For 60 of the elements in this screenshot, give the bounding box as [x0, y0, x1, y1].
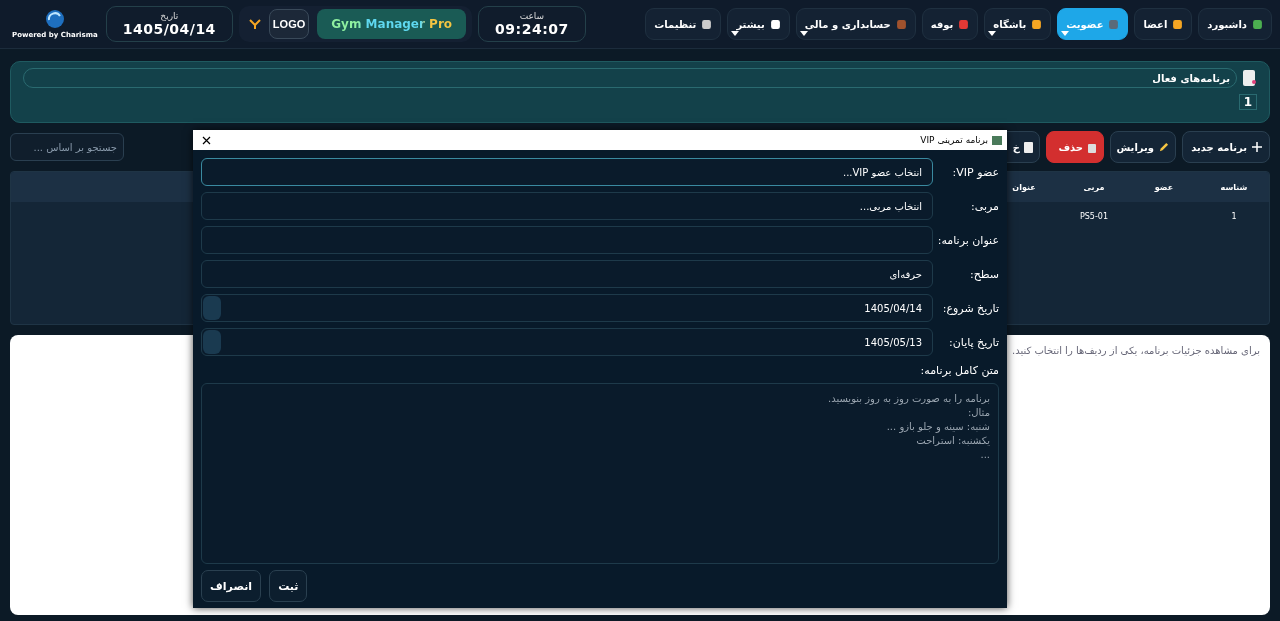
table-cell-text: PS5-01 [1078, 211, 1110, 221]
nav-tab[interactable]: حسابداری و مالی [795, 8, 916, 40]
caret-icon [1061, 31, 1070, 36]
toolbar-button[interactable]: حذف [1046, 131, 1104, 163]
logo-button[interactable]: LOGO [268, 9, 310, 39]
nav-icon [958, 18, 970, 30]
swirl-logo-icon [44, 9, 65, 29]
field-label: سطح: [968, 267, 999, 281]
date-field[interactable]: 1405/05/13 [201, 328, 933, 356]
field-label: عضو VIP: [951, 165, 999, 179]
select-field[interactable]: انتخاب مربی... [201, 192, 933, 220]
nav-icon [1252, 18, 1263, 30]
details-hint: برای مشاهده جزئیات برنامه، یکی از ردیف‌ها را انتخاب کنید. [1012, 345, 1260, 356]
pencil-icon [1158, 141, 1169, 153]
nav-icon [769, 18, 781, 30]
clock-time: 09:24:07 [495, 21, 569, 37]
toolbar-button[interactable]: ویرایش [1110, 131, 1176, 163]
nav-tab[interactable]: داشبورد [1198, 8, 1272, 40]
table-cell-text: 1 [1230, 211, 1238, 221]
plus-icon [1251, 141, 1263, 153]
document-icon [1241, 69, 1257, 87]
dialog-button[interactable]: ثبت [269, 570, 308, 602]
nav-icon [1108, 18, 1120, 30]
nav-tab[interactable]: بیشتر [727, 8, 790, 40]
caret-icon [988, 31, 997, 36]
nav-tab[interactable]: تنظیمات [645, 8, 722, 40]
date-field[interactable]: 1405/04/14 [201, 294, 933, 322]
nav-icon [895, 18, 907, 30]
program-text-area[interactable]: برنامه را به صورت روز به روز بنویسید. مثال: شنبه: سینه و جلو بازو ... یکشنبه: استراحت ... [201, 383, 999, 564]
select-field[interactable]: حرفه‌ای [201, 260, 933, 288]
date-value: 1405/04/14 [122, 21, 216, 37]
column-header: عنوان [1011, 182, 1037, 192]
app-name: Gym Manager Pro [331, 17, 453, 31]
field-label: تاریخ پایان: [948, 335, 999, 349]
column-header: مربی [1082, 182, 1106, 192]
dialog-button[interactable]: انصراف [201, 570, 262, 602]
caret-icon [799, 31, 808, 36]
nav-icon [701, 18, 713, 30]
column-header: عضو [1153, 182, 1175, 192]
window-icon [992, 135, 1002, 145]
field-label: تاریخ شروع: [941, 301, 999, 315]
nav-icon [1031, 18, 1043, 30]
column-header: شناسه [1219, 182, 1249, 192]
field-label: متن کامل برنامه: [919, 364, 999, 377]
field-label: عنوان برنامه: [939, 233, 999, 247]
document-icon [1024, 141, 1033, 153]
select-field[interactable]: انتخاب عضو VIP... [201, 158, 933, 186]
search-field[interactable]: جستجو بر اساس ... [10, 133, 124, 161]
input-field[interactable] [201, 226, 933, 254]
nav-tab[interactable]: اعضا [1134, 8, 1193, 40]
caret-icon [731, 31, 740, 36]
stats-value: 1 [1238, 94, 1257, 110]
field-label: مربی: [970, 199, 999, 213]
date-label: تاریخ [160, 11, 179, 21]
toolbar-button[interactable]: برنامه جدید [1182, 131, 1270, 163]
nav-tab[interactable]: بوفه [921, 8, 979, 40]
nav-tab[interactable]: باشگاه [984, 8, 1052, 40]
nav-icon [1172, 18, 1184, 30]
trash-icon [1087, 141, 1097, 153]
clock-label: ساعت [519, 11, 545, 21]
